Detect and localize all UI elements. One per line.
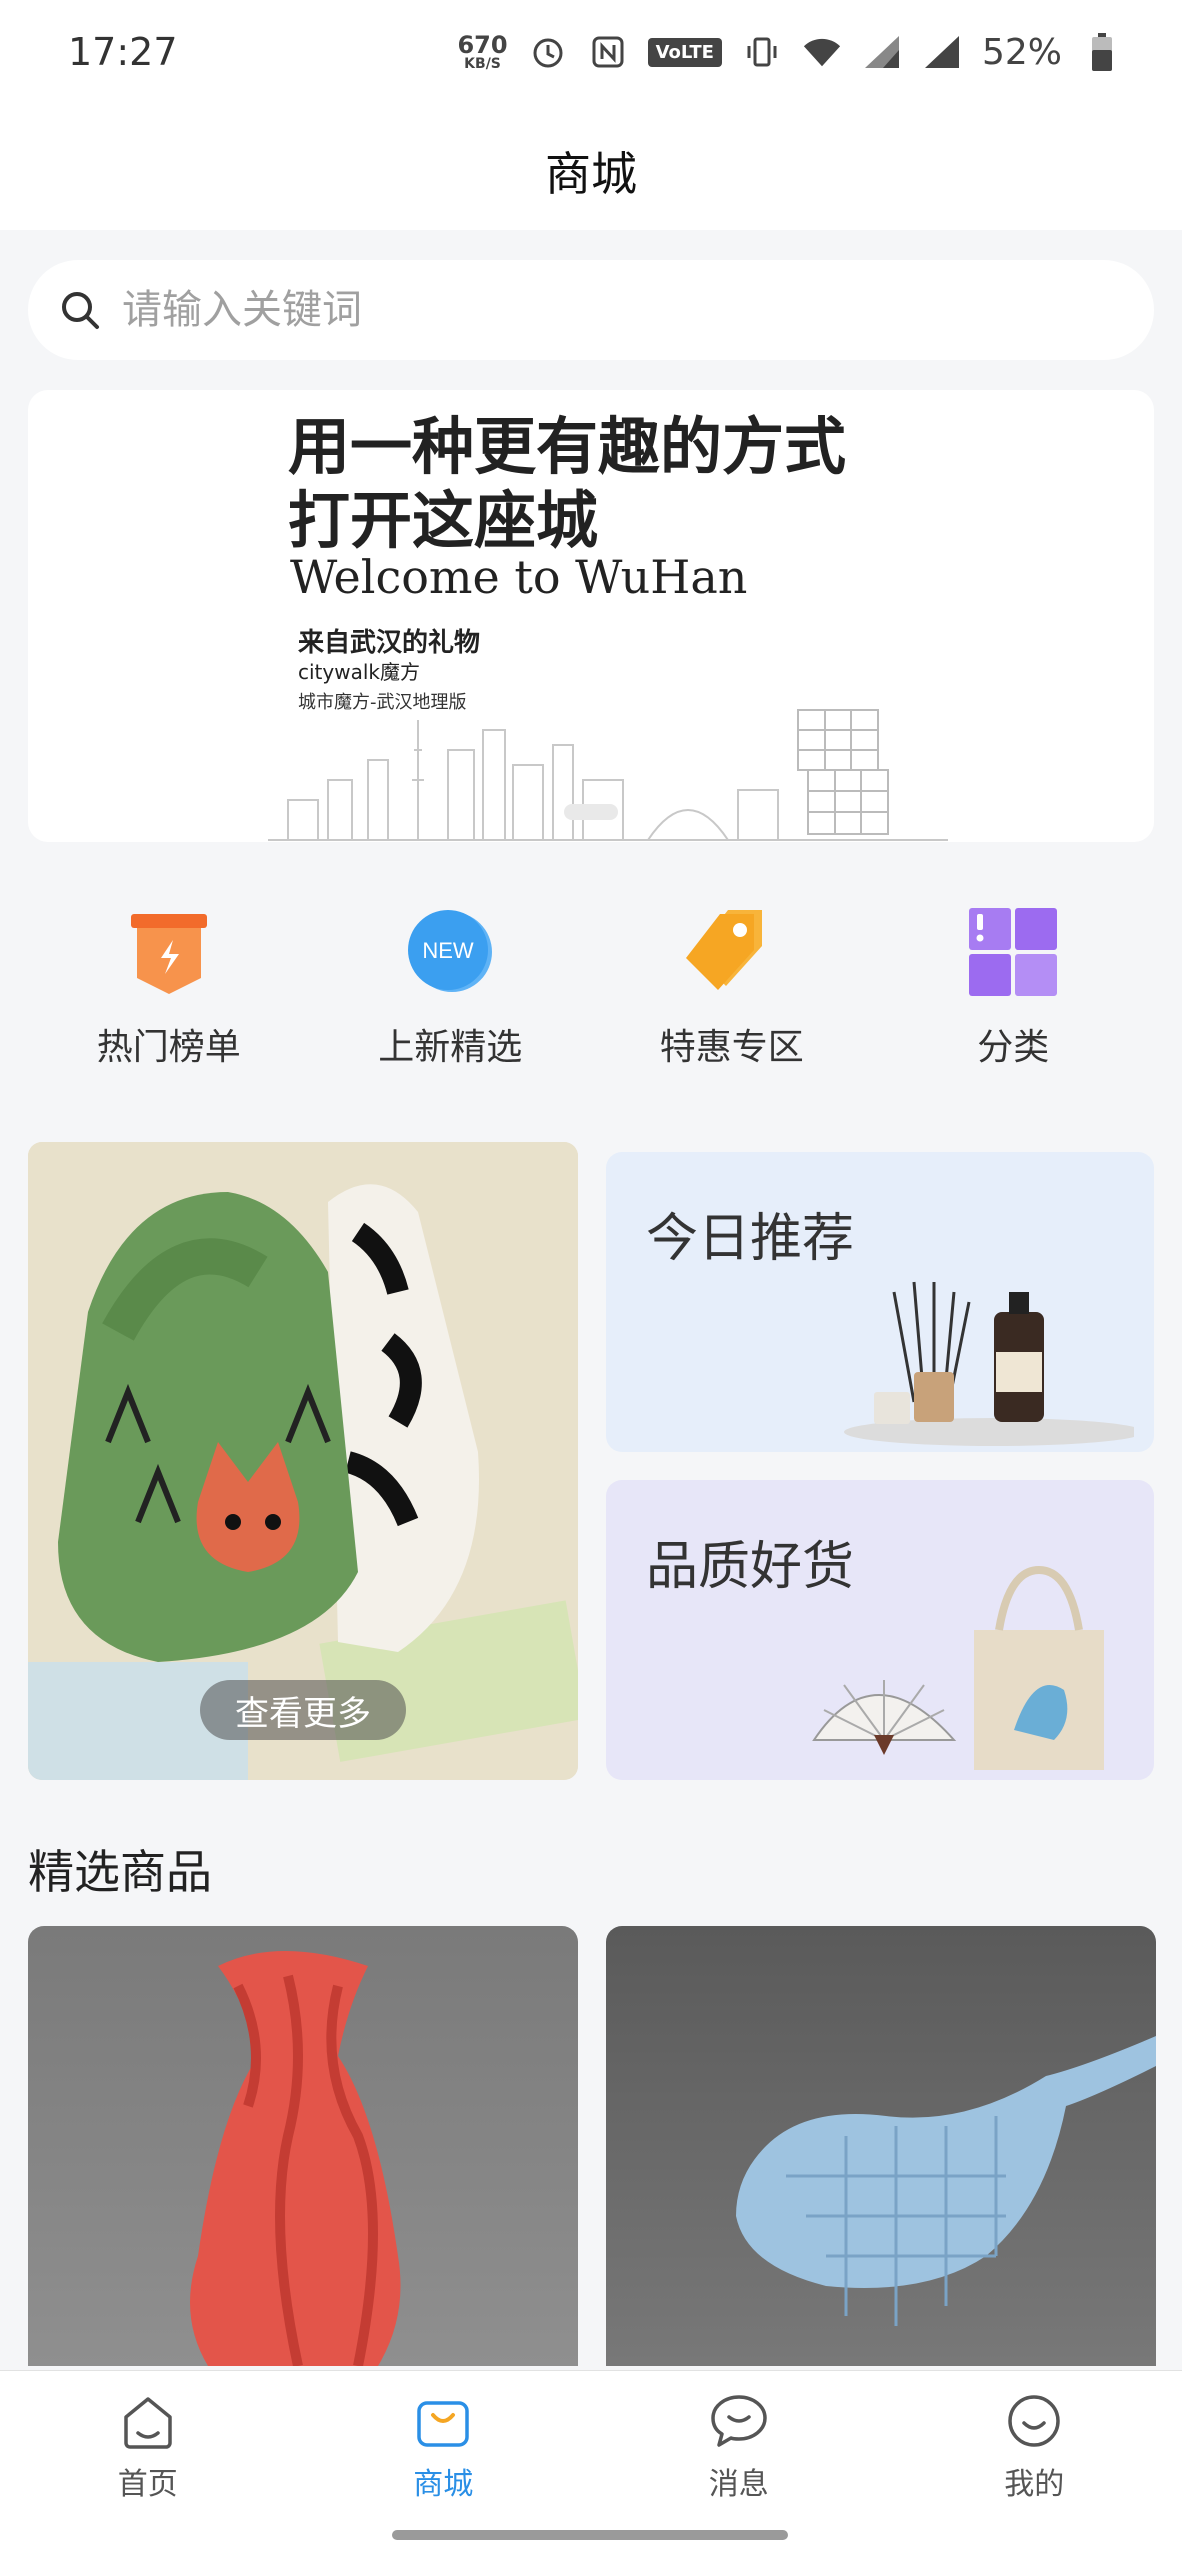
wifi-icon [802,32,842,72]
page-title: 商城 [545,147,637,201]
quick-entry-category[interactable]: 分类 [873,900,1155,1100]
quality-goods-card[interactable]: 品质好货 [606,1480,1154,1780]
search-bar[interactable] [28,260,1154,360]
search-input[interactable] [122,287,1022,333]
red-vase-image [190,1951,401,2366]
signal-icon [922,32,962,72]
shop-bag-icon [417,2401,469,2447]
new-icon: NEW [408,910,493,992]
banner-subtitle: 来自武汉的礼物 [298,628,481,658]
nav-profile[interactable]: 我的 [887,2371,1182,2560]
section-title: 精选商品 [28,1845,212,1899]
quick-entry-discount[interactable]: 特惠专区 [591,900,873,1100]
status-bar: 17:27 670 KB/S VoLTE 52% [0,0,1182,110]
banner-subtitle: citywalk魔方 [298,660,420,684]
banner-headline: 用一种更有趣的方式 打开这座城 [288,410,847,557]
promo-banner[interactable]: 用一种更有趣的方式 打开这座城 Welcome to WuHan 来自武汉的礼物… [28,390,1154,842]
home-indicator[interactable] [392,2530,788,2540]
battery-icon [1082,32,1122,72]
product-card[interactable] [606,1926,1156,2366]
featured-product-card[interactable]: 查看更多 [28,1142,578,1780]
status-time: 17:27 [68,30,178,74]
today-recommend-card[interactable]: 今日推荐 [606,1152,1154,1452]
quick-entry-row: 热门榜单 NEW 上新精选 特惠专区 分类 [28,900,1154,1100]
page-header: 商城 [0,110,1182,230]
banner-english-title: Welcome to WuHan [290,550,748,604]
diffuser-illustration [844,1281,1134,1446]
signal-icon [862,32,902,72]
view-more-button[interactable]: 查看更多 [200,1680,406,1740]
nfc-icon [588,32,628,72]
message-icon [711,2395,767,2447]
product-card[interactable] [28,1926,578,2366]
status-icons: 670 KB/S VoLTE 52% [457,22,1122,82]
nav-home[interactable]: 首页 [0,2371,296,2560]
tag-icon [685,910,762,990]
profile-icon [1008,2395,1060,2447]
volte-icon: VoLTE [647,37,722,67]
svg-text:NEW: NEW [423,938,475,963]
search-icon [62,292,99,329]
network-speed: 670 KB/S [457,31,508,72]
fan-and-tote-illustration [812,1565,1104,1770]
category-grid-icon [969,908,1058,996]
quick-entry-new[interactable]: NEW 上新精选 [310,900,592,1100]
hot-list-icon [130,914,207,994]
battery-percent: 52% [981,31,1062,73]
blue-sculpture-image [736,2036,1156,2326]
carousel-indicator [564,804,618,820]
home-icon [124,2397,172,2449]
alarm-icon [528,32,568,72]
quick-entry-hot-list[interactable]: 热门榜单 [28,900,310,1100]
vibrate-icon [742,32,782,72]
